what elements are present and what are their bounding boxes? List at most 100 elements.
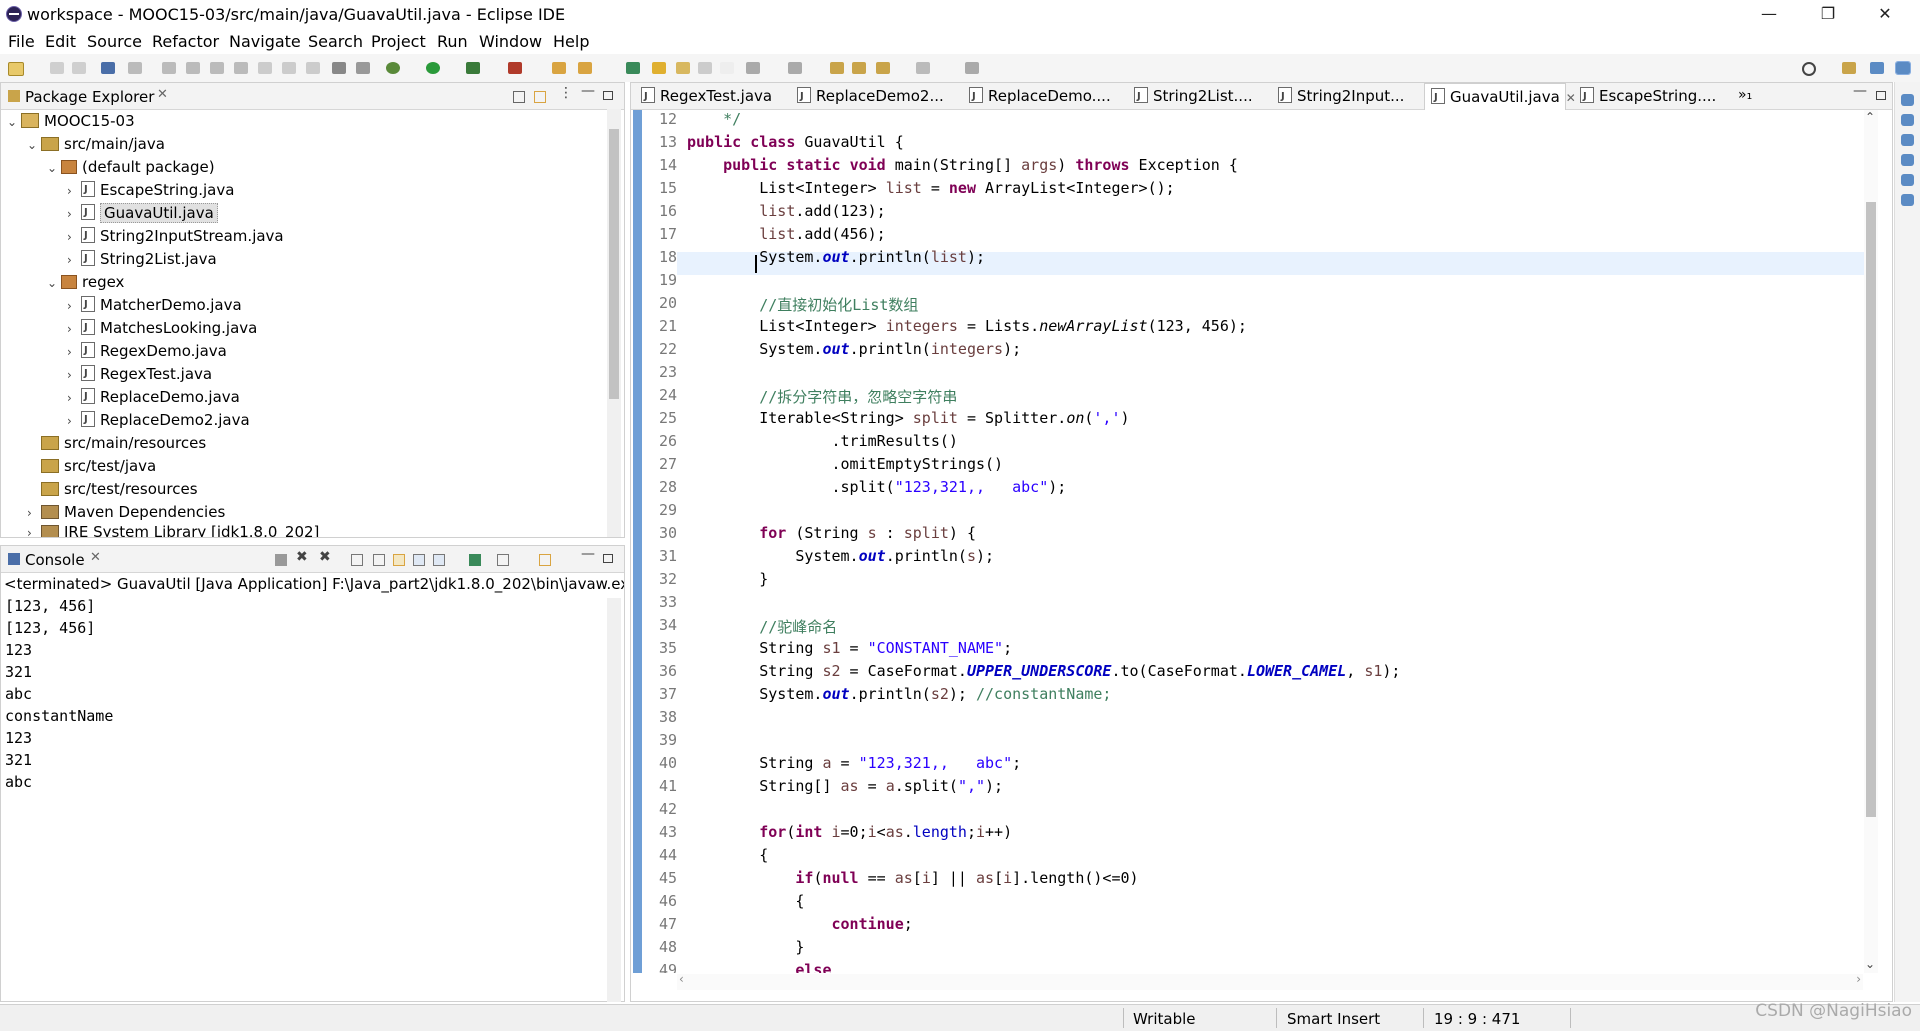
- code-line[interactable]: public static void main(String[] args) t…: [687, 156, 1238, 174]
- menu-navigate[interactable]: Navigate: [229, 32, 301, 51]
- menu-project[interactable]: Project: [371, 32, 426, 51]
- code-line[interactable]: }: [687, 570, 768, 588]
- help-icon[interactable]: [1901, 194, 1914, 206]
- new-icon[interactable]: [8, 62, 24, 76]
- package-explorer-title[interactable]: Package Explorer: [25, 88, 154, 106]
- prev-annotation-icon[interactable]: [788, 62, 802, 74]
- show-stderr-icon[interactable]: [433, 554, 445, 566]
- code-line[interactable]: }: [687, 938, 804, 956]
- editor-scroll-thumb[interactable]: [1866, 202, 1876, 817]
- status-insert-mode[interactable]: Smart Insert: [1287, 1010, 1380, 1028]
- tree-item-project[interactable]: ⌄ MOOC15-03: [7, 110, 135, 133]
- more-tabs-icon[interactable]: »₁: [1738, 87, 1752, 103]
- editor-tab-active[interactable]: GuavaUtil.java✕: [1424, 83, 1576, 111]
- code-line[interactable]: {: [687, 846, 768, 864]
- save-icon[interactable]: [50, 62, 64, 74]
- code-line[interactable]: list.add(123);: [687, 202, 885, 220]
- pin-console-icon[interactable]: [469, 554, 481, 566]
- remove-all-icon[interactable]: ✖: [319, 549, 331, 565]
- editor-tab[interactable]: ReplaceDemo2...: [791, 83, 961, 110]
- resume-icon[interactable]: [162, 62, 176, 74]
- tree-item-file[interactable]: ›EscapeString.java: [67, 178, 234, 202]
- back-history-icon[interactable]: [852, 62, 866, 74]
- minimize-editor-icon[interactable]: —: [1853, 83, 1867, 99]
- back-icon[interactable]: [876, 62, 890, 74]
- menu-run[interactable]: Run: [437, 32, 468, 51]
- tree-item-file[interactable]: ›String2InputStream.java: [67, 224, 284, 248]
- tree-item-regex-package[interactable]: ⌄ regex: [47, 271, 124, 294]
- minimize-button[interactable]: —: [1746, 0, 1792, 30]
- open-type-icon[interactable]: [552, 62, 566, 74]
- code-line[interactable]: String a = "123,321,, abc";: [687, 754, 1021, 772]
- code-line[interactable]: List<Integer> integers = Lists.newArrayL…: [687, 317, 1247, 335]
- java-ee-perspective-icon[interactable]: [1870, 62, 1884, 74]
- collapse-all-icon[interactable]: [513, 91, 525, 103]
- tree-item-file[interactable]: ›RegexTest.java: [67, 362, 212, 386]
- link-with-editor-icon[interactable]: [534, 91, 546, 103]
- code-line[interactable]: .omitEmptyStrings(): [687, 455, 1003, 473]
- scroll-up-icon[interactable]: ⌃: [1865, 110, 1875, 124]
- pen-icon[interactable]: [652, 62, 666, 74]
- code-line[interactable]: System.out.println(s2); //constantName;: [687, 685, 1111, 703]
- menu-search[interactable]: Search: [308, 32, 363, 51]
- step-into-icon[interactable]: [258, 62, 272, 74]
- code-line[interactable]: for(int i=0;i<as.length;i++): [687, 823, 1012, 841]
- scroll-left-icon[interactable]: ‹: [679, 972, 684, 986]
- scroll-lock-icon[interactable]: [373, 554, 385, 566]
- code-line[interactable]: //拆分字符串，忽略空字符串: [687, 386, 957, 407]
- show-stdout-icon[interactable]: [413, 554, 425, 566]
- minimize-view-icon[interactable]: —: [581, 546, 595, 562]
- maximize-view-icon[interactable]: [603, 554, 613, 563]
- editor-tab[interactable]: RegexTest.java: [635, 83, 785, 110]
- code-line[interactable]: public class GuavaUtil {: [687, 133, 904, 151]
- menu-edit[interactable]: Edit: [45, 32, 76, 51]
- forward-icon[interactable]: [916, 62, 930, 74]
- editor-horizontal-scrollbar[interactable]: ‹ ›: [677, 972, 1863, 990]
- open-perspective-icon[interactable]: [1842, 62, 1856, 74]
- code-line[interactable]: String s1 = "CONSTANT_NAME";: [687, 639, 1012, 657]
- code-line[interactable]: String s2 = CaseFormat.UPPER_UNDERSCORE.…: [687, 662, 1400, 680]
- maximize-editor-icon[interactable]: [1876, 91, 1886, 100]
- code-line[interactable]: Iterable<String> split = Splitter.on(','…: [687, 409, 1129, 427]
- code-line[interactable]: if(null == as[i] || as[i].length()<=0): [687, 869, 1138, 887]
- editor-vertical-scrollbar[interactable]: ⌃ ⌄: [1864, 110, 1878, 973]
- code-line[interactable]: else: [687, 961, 831, 973]
- code-line[interactable]: list.add(456);: [687, 225, 885, 243]
- java-perspective-icon[interactable]: [1895, 61, 1911, 75]
- block-selection-icon[interactable]: [698, 62, 712, 74]
- tree-item-folder[interactable]: src/test/resources: [27, 478, 198, 501]
- code-line[interactable]: [687, 271, 759, 289]
- tree-item-file[interactable]: ›ReplaceDemo.java: [67, 385, 240, 409]
- code-line[interactable]: continue;: [687, 915, 913, 933]
- editor-tab[interactable]: String2Input...: [1272, 83, 1420, 110]
- code-line[interactable]: System.out.println(s);: [687, 547, 994, 565]
- step-over-icon[interactable]: [282, 62, 296, 74]
- skip-icon[interactable]: [128, 62, 142, 74]
- editor-tab[interactable]: String2List....: [1128, 83, 1268, 110]
- tree-item-file[interactable]: ›ReplaceDemo2.java: [67, 408, 250, 432]
- close-view-icon[interactable]: ✕: [90, 550, 101, 565]
- code-line[interactable]: for (String s : split) {: [687, 524, 976, 542]
- use-step-filters-icon[interactable]: [356, 62, 370, 74]
- console-title[interactable]: Console: [25, 551, 85, 569]
- remove-launch-icon[interactable]: ✖: [296, 549, 308, 565]
- tree-item-file[interactable]: ›MatcherDemo.java: [67, 293, 242, 317]
- menu-source[interactable]: Source: [87, 32, 142, 51]
- code-line[interactable]: System.out.println(list);: [687, 248, 985, 266]
- outline-icon[interactable]: [1901, 154, 1914, 166]
- tree-item-library[interactable]: › JRE System Library [jdk1.8.0_202]: [27, 523, 319, 537]
- coverage-icon[interactable]: [466, 62, 480, 74]
- code-line[interactable]: */: [687, 110, 741, 128]
- debug-icon[interactable]: [386, 62, 400, 74]
- tree-item-file-selected[interactable]: ›GuavaUtil.java: [67, 201, 218, 225]
- maximize-button[interactable]: ❐: [1805, 0, 1851, 30]
- code-line[interactable]: .split("123,321,, abc");: [687, 478, 1066, 496]
- maximize-view-icon[interactable]: [603, 91, 613, 100]
- expressions-icon[interactable]: [1901, 134, 1914, 146]
- next-annotation-icon[interactable]: [746, 62, 760, 74]
- status-cursor-position[interactable]: 19 : 9 : 471: [1434, 1010, 1520, 1028]
- tree-item-src-main-java[interactable]: ⌄ src/main/java: [27, 133, 165, 156]
- minimize-view-icon[interactable]: —: [581, 83, 595, 99]
- menu-window[interactable]: Window: [479, 32, 542, 51]
- console-scrollbar[interactable]: [607, 598, 621, 1002]
